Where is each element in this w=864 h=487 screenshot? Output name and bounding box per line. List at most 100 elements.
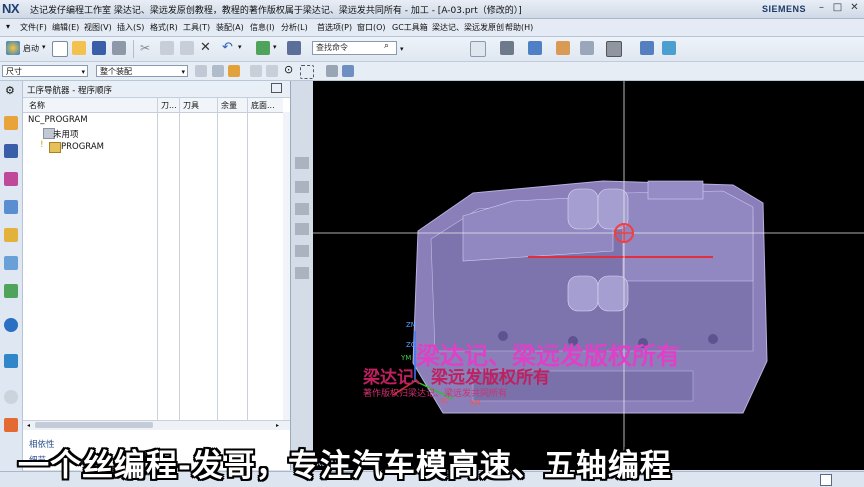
chevron-down-icon[interactable]: ▾ xyxy=(42,43,46,51)
navigator-vertical-scrollbar[interactable] xyxy=(283,112,290,420)
command-finder-icon[interactable] xyxy=(287,41,301,55)
program-folder-icon xyxy=(49,142,61,153)
filter-reset-icon[interactable] xyxy=(195,65,207,77)
point-on-curve-icon[interactable] xyxy=(250,65,262,77)
selection-mode-icon[interactable] xyxy=(212,65,224,77)
toolbar-icon-1[interactable] xyxy=(295,157,309,169)
tree-item-program[interactable]: PROGRAM xyxy=(61,142,104,152)
column-stock[interactable]: 余量 xyxy=(221,100,237,111)
update-icon[interactable] xyxy=(256,41,270,55)
cut-icon[interactable]: ✂ xyxy=(140,41,150,55)
close-button[interactable]: ✕ xyxy=(848,2,861,15)
open-folder-icon[interactable] xyxy=(72,41,86,55)
zm-axis-label: ZM xyxy=(406,321,417,329)
scroll-left-icon[interactable]: ◂ xyxy=(27,422,30,429)
snap-icon[interactable] xyxy=(640,41,654,55)
type-filter-select[interactable]: 尺寸 ▾ xyxy=(2,65,88,77)
cube-icon[interactable] xyxy=(342,65,354,77)
toolbar-icon-4[interactable] xyxy=(295,223,309,235)
wcs-icon[interactable] xyxy=(662,41,676,55)
menu-view[interactable]: 视图(V) xyxy=(84,22,112,33)
tool-view-icon[interactable] xyxy=(4,256,18,270)
menu-info[interactable]: 信息(I) xyxy=(250,22,275,33)
maximize-button[interactable]: □ xyxy=(831,2,844,15)
minimize-button[interactable]: – xyxy=(815,2,828,15)
copy-icon[interactable] xyxy=(160,41,174,55)
navigator-horizontal-scrollbar[interactable]: ◂ ▸ xyxy=(23,420,290,430)
column-floor[interactable]: 底面... xyxy=(251,100,275,111)
video-subtitle: 一个丝编程-发哥，专注汽车模高速、五轴编程 xyxy=(18,448,672,484)
paste-icon[interactable] xyxy=(180,41,194,55)
menu-custom[interactable]: 梁达记、梁远发原创 xyxy=(432,22,504,33)
cylinder-feature xyxy=(597,275,629,312)
box-select-icon[interactable] xyxy=(300,65,314,79)
section-view-icon[interactable] xyxy=(556,41,570,55)
roles-icon[interactable] xyxy=(4,418,18,432)
update-dropdown-icon[interactable]: ▾ xyxy=(273,43,277,51)
toolbar-icon-6[interactable] xyxy=(295,267,309,279)
snap-point-icon[interactable] xyxy=(228,65,240,77)
scope-value: 整个装配 xyxy=(100,67,132,76)
operation-navigator-icon[interactable] xyxy=(4,116,18,130)
view-select-icon[interactable] xyxy=(326,65,338,77)
save-icon[interactable] xyxy=(92,41,106,55)
background-icon[interactable] xyxy=(580,41,594,55)
scroll-thumb[interactable] xyxy=(35,422,153,428)
status-window-icon[interactable] xyxy=(820,474,832,486)
menu-insert[interactable]: 插入(S) xyxy=(117,22,144,33)
color-swatch-icon[interactable] xyxy=(606,41,622,57)
menu-help[interactable]: 帮助(H) xyxy=(505,22,533,33)
navigator-title-bar: 工序导航器 - 程序顺序 xyxy=(23,81,290,98)
standard-toolbar xyxy=(0,37,864,62)
fit-view-icon[interactable] xyxy=(470,41,486,57)
menu-format[interactable]: 格式(R) xyxy=(150,22,178,33)
menu-file[interactable]: 文件(F) xyxy=(20,22,47,33)
web-browser-icon[interactable] xyxy=(4,318,18,332)
orient-view-icon[interactable] xyxy=(528,41,542,55)
tree-item-nc-program[interactable]: NC_PROGRAM xyxy=(28,115,88,125)
midpoint-icon[interactable] xyxy=(266,65,278,77)
machine-tool-icon[interactable] xyxy=(4,144,18,158)
start-button-label[interactable]: 启动 xyxy=(23,43,39,54)
scope-select[interactable]: 整个装配 ▾ xyxy=(96,65,188,77)
undo-dropdown-icon[interactable]: ▾ xyxy=(238,43,242,51)
history-icon[interactable] xyxy=(4,354,18,368)
menu-edit[interactable]: 编辑(E) xyxy=(52,22,79,33)
start-icon[interactable] xyxy=(6,41,20,55)
center-point-icon[interactable]: ⊙ xyxy=(284,63,293,76)
toolbar-icon-5[interactable] xyxy=(295,245,309,257)
print-icon[interactable] xyxy=(112,41,126,55)
column-divider xyxy=(247,98,248,420)
scroll-right-icon[interactable]: ▸ xyxy=(276,422,279,429)
cylinder-feature xyxy=(567,188,599,230)
geometry-view-icon[interactable] xyxy=(4,172,18,186)
watermark-copyright: 著作版权归梁达记、梁远发共同所有 xyxy=(363,389,508,399)
method-view-icon[interactable] xyxy=(4,228,18,242)
menu-analysis[interactable]: 分析(L) xyxy=(281,22,308,33)
delete-icon[interactable]: ✕ xyxy=(200,40,211,55)
column-tool-change[interactable]: 刀... xyxy=(161,100,177,111)
menu-gc-toolkit[interactable]: GC工具箱 xyxy=(392,22,428,33)
render-style-icon[interactable] xyxy=(500,41,514,55)
column-tool[interactable]: 刀具 xyxy=(183,100,199,111)
new-file-icon[interactable] xyxy=(52,41,68,57)
toolbar-icon-3[interactable] xyxy=(295,203,309,215)
column-name[interactable]: 名称 xyxy=(29,100,45,111)
program-order-icon[interactable] xyxy=(4,200,18,214)
gear-icon[interactable]: ⚙ xyxy=(5,84,15,97)
menu-window[interactable]: 窗口(O) xyxy=(357,22,386,33)
menu-preferences[interactable]: 首选项(P) xyxy=(317,22,352,33)
restore-panel-icon[interactable] xyxy=(271,83,282,93)
graphics-viewport[interactable]: ZM ZC YM XC XM 梁达记、梁远发版权所有 梁达记、梁远发版权所有 著… xyxy=(313,81,864,470)
clock-icon[interactable] xyxy=(4,390,18,404)
column-divider xyxy=(217,98,218,420)
undo-icon[interactable]: ↶ xyxy=(222,40,233,55)
command-search-dropdown-icon[interactable]: ▾ xyxy=(400,45,404,53)
menu-assembly[interactable]: 装配(A) xyxy=(216,22,244,33)
reuse-library-icon[interactable] xyxy=(4,284,18,298)
top-step-feature xyxy=(647,180,704,200)
menu-tools[interactable]: 工具(T) xyxy=(183,22,210,33)
tree-item-unused[interactable]: 未用项 xyxy=(53,128,79,140)
search-icon[interactable]: ⌕ xyxy=(384,41,389,51)
toolbar-icon-2[interactable] xyxy=(295,181,309,193)
